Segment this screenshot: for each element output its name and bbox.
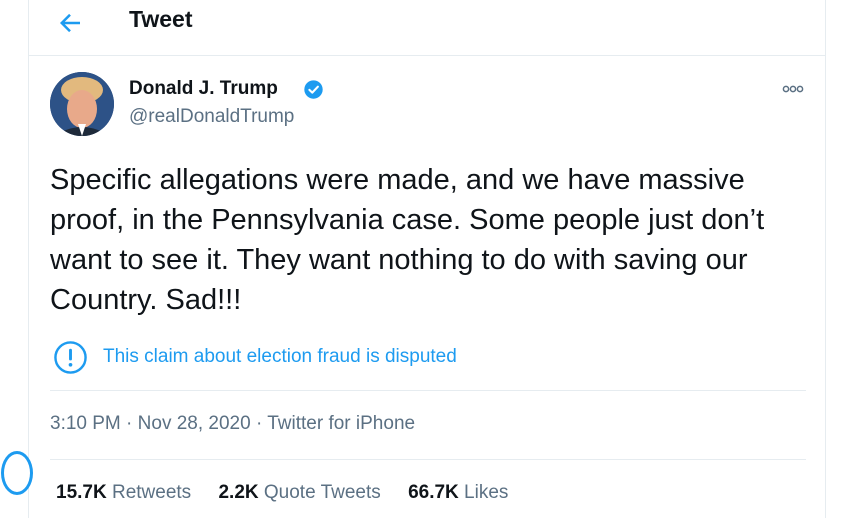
retweets-stat[interactable]: 15.7K Retweets [56, 482, 191, 504]
tweet-time[interactable]: 3:10 PM [50, 413, 121, 434]
likes-label: Likes [464, 482, 509, 503]
more-options-icon [782, 85, 804, 93]
divider [50, 390, 806, 391]
tweet-column: Tweet Donald J. Trump @realDonaldTrump S… [1, 0, 826, 518]
quote-tweets-label: Quote Tweets [263, 482, 381, 503]
back-button[interactable] [55, 8, 85, 38]
tweet-stats: 15.7K Retweets 2.2K Quote Tweets 66.7K L… [56, 482, 530, 504]
back-arrow-icon [60, 13, 80, 33]
page-title: Tweet [129, 6, 193, 32]
retweets-label: Retweets [111, 482, 192, 503]
tweet-source[interactable]: Twitter for iPhone [267, 413, 415, 434]
tweet-text: Specific allegations were made, and we h… [50, 164, 765, 316]
avatar-image [50, 72, 114, 136]
meta-separator: · [126, 413, 133, 434]
exclamation-circle-icon [54, 341, 87, 374]
quote-tweets-stat[interactable]: 2.2K Quote Tweets [218, 482, 380, 504]
meta-separator: · [255, 413, 263, 434]
partial-button-edge[interactable] [1, 451, 33, 495]
notice-text: This claim about election fraud is dispu… [103, 346, 457, 367]
likes-stat[interactable]: 66.7K Likes [408, 482, 508, 504]
likes-count: 66.7K [408, 482, 459, 503]
tweet-date[interactable]: Nov 28, 2020 [138, 413, 251, 434]
divider [50, 459, 806, 460]
author-name[interactable]: Donald J. Trump [129, 78, 278, 100]
author-handle[interactable]: @realDonaldTrump [129, 106, 294, 128]
avatar[interactable] [50, 72, 114, 136]
more-options-button[interactable] [777, 78, 809, 100]
disputed-claim-notice[interactable]: This claim about election fraud is dispu… [50, 340, 550, 376]
retweets-count: 15.7K [56, 482, 107, 503]
quote-tweets-count: 2.2K [218, 482, 259, 503]
page-header: Tweet [29, 0, 825, 56]
tweet-meta: 3:10 PM · Nov 28, 2020 · Twitter for iPh… [50, 413, 415, 435]
verified-badge-icon [304, 80, 323, 99]
